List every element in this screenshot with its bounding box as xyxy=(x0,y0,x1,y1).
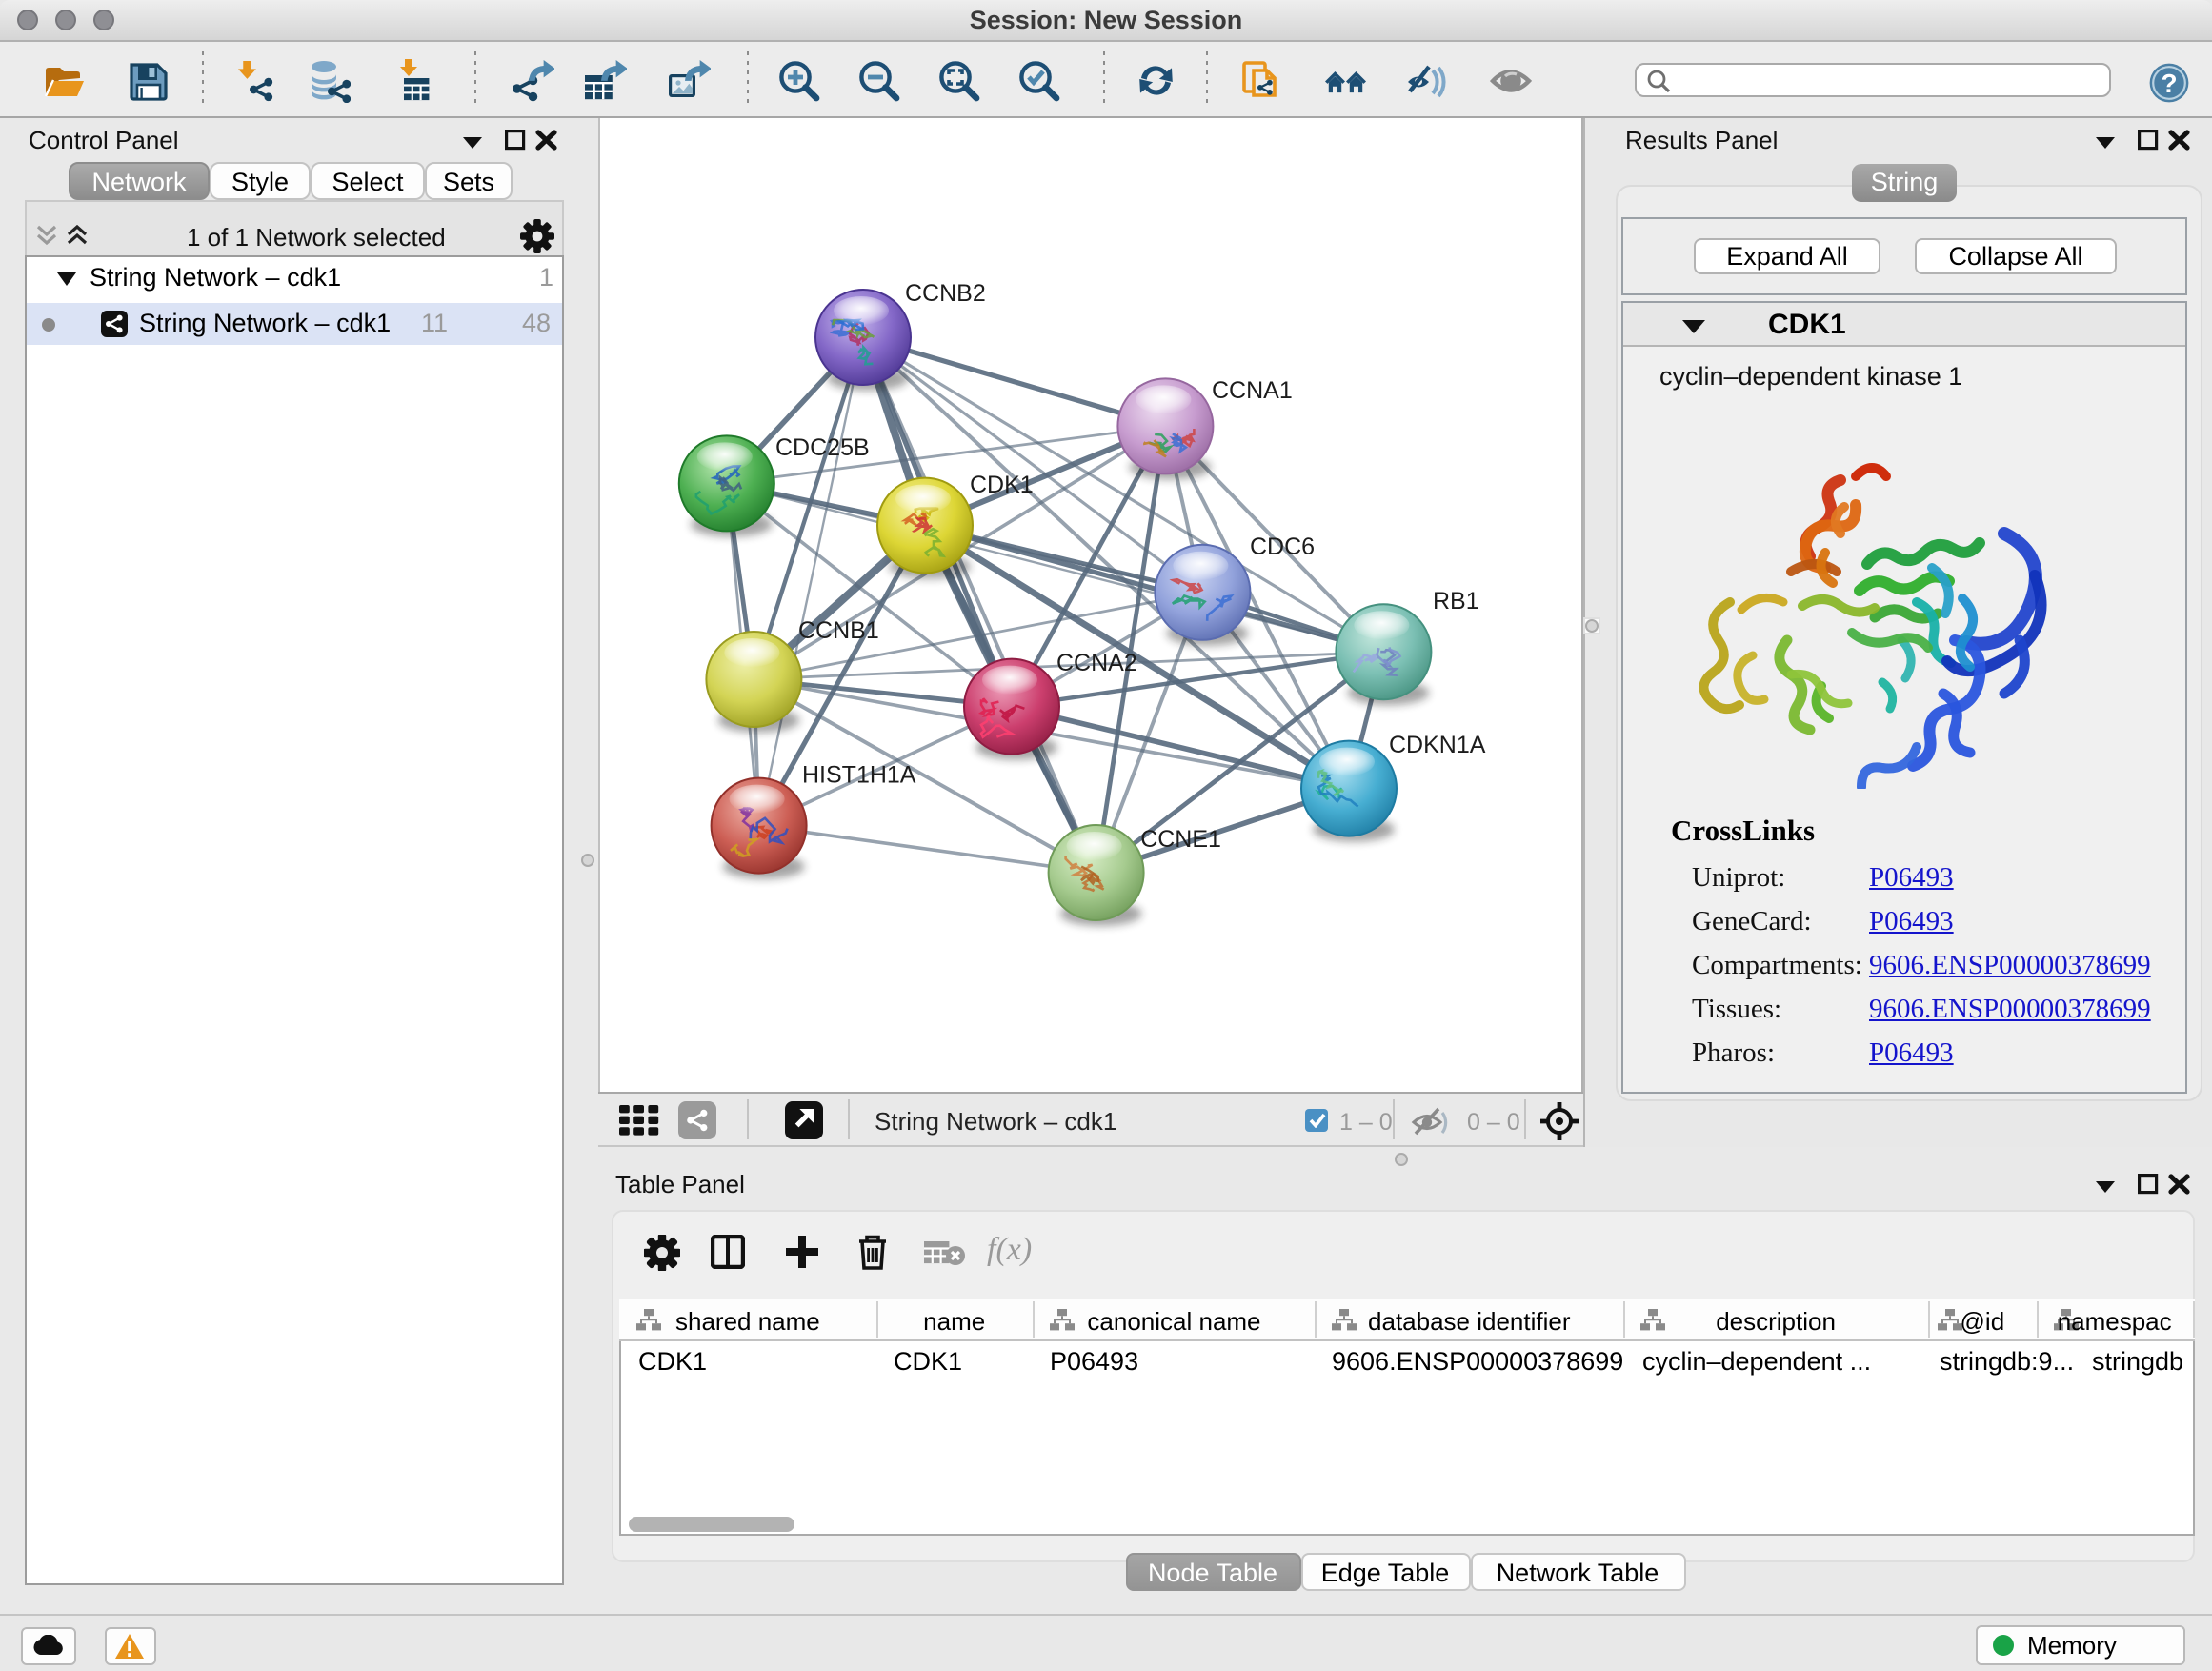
svg-text:CCNA1: CCNA1 xyxy=(1212,377,1293,404)
svg-text:CDK1: CDK1 xyxy=(970,472,1034,498)
svg-text:?: ? xyxy=(2161,69,2177,98)
svg-text:CDKN1A: CDKN1A xyxy=(1389,732,1486,758)
svg-text:CDC6: CDC6 xyxy=(1250,534,1315,560)
svg-text:HIST1H1A: HIST1H1A xyxy=(802,761,916,788)
svg-text:CDC25B: CDC25B xyxy=(775,434,870,461)
svg-text:CCNA2: CCNA2 xyxy=(1056,650,1137,676)
svg-text:CCNB1: CCNB1 xyxy=(798,617,879,644)
svg-text:CCNE1: CCNE1 xyxy=(1140,826,1221,853)
svg-text:RB1: RB1 xyxy=(1433,588,1479,614)
svg-text:CCNB2: CCNB2 xyxy=(905,280,986,307)
